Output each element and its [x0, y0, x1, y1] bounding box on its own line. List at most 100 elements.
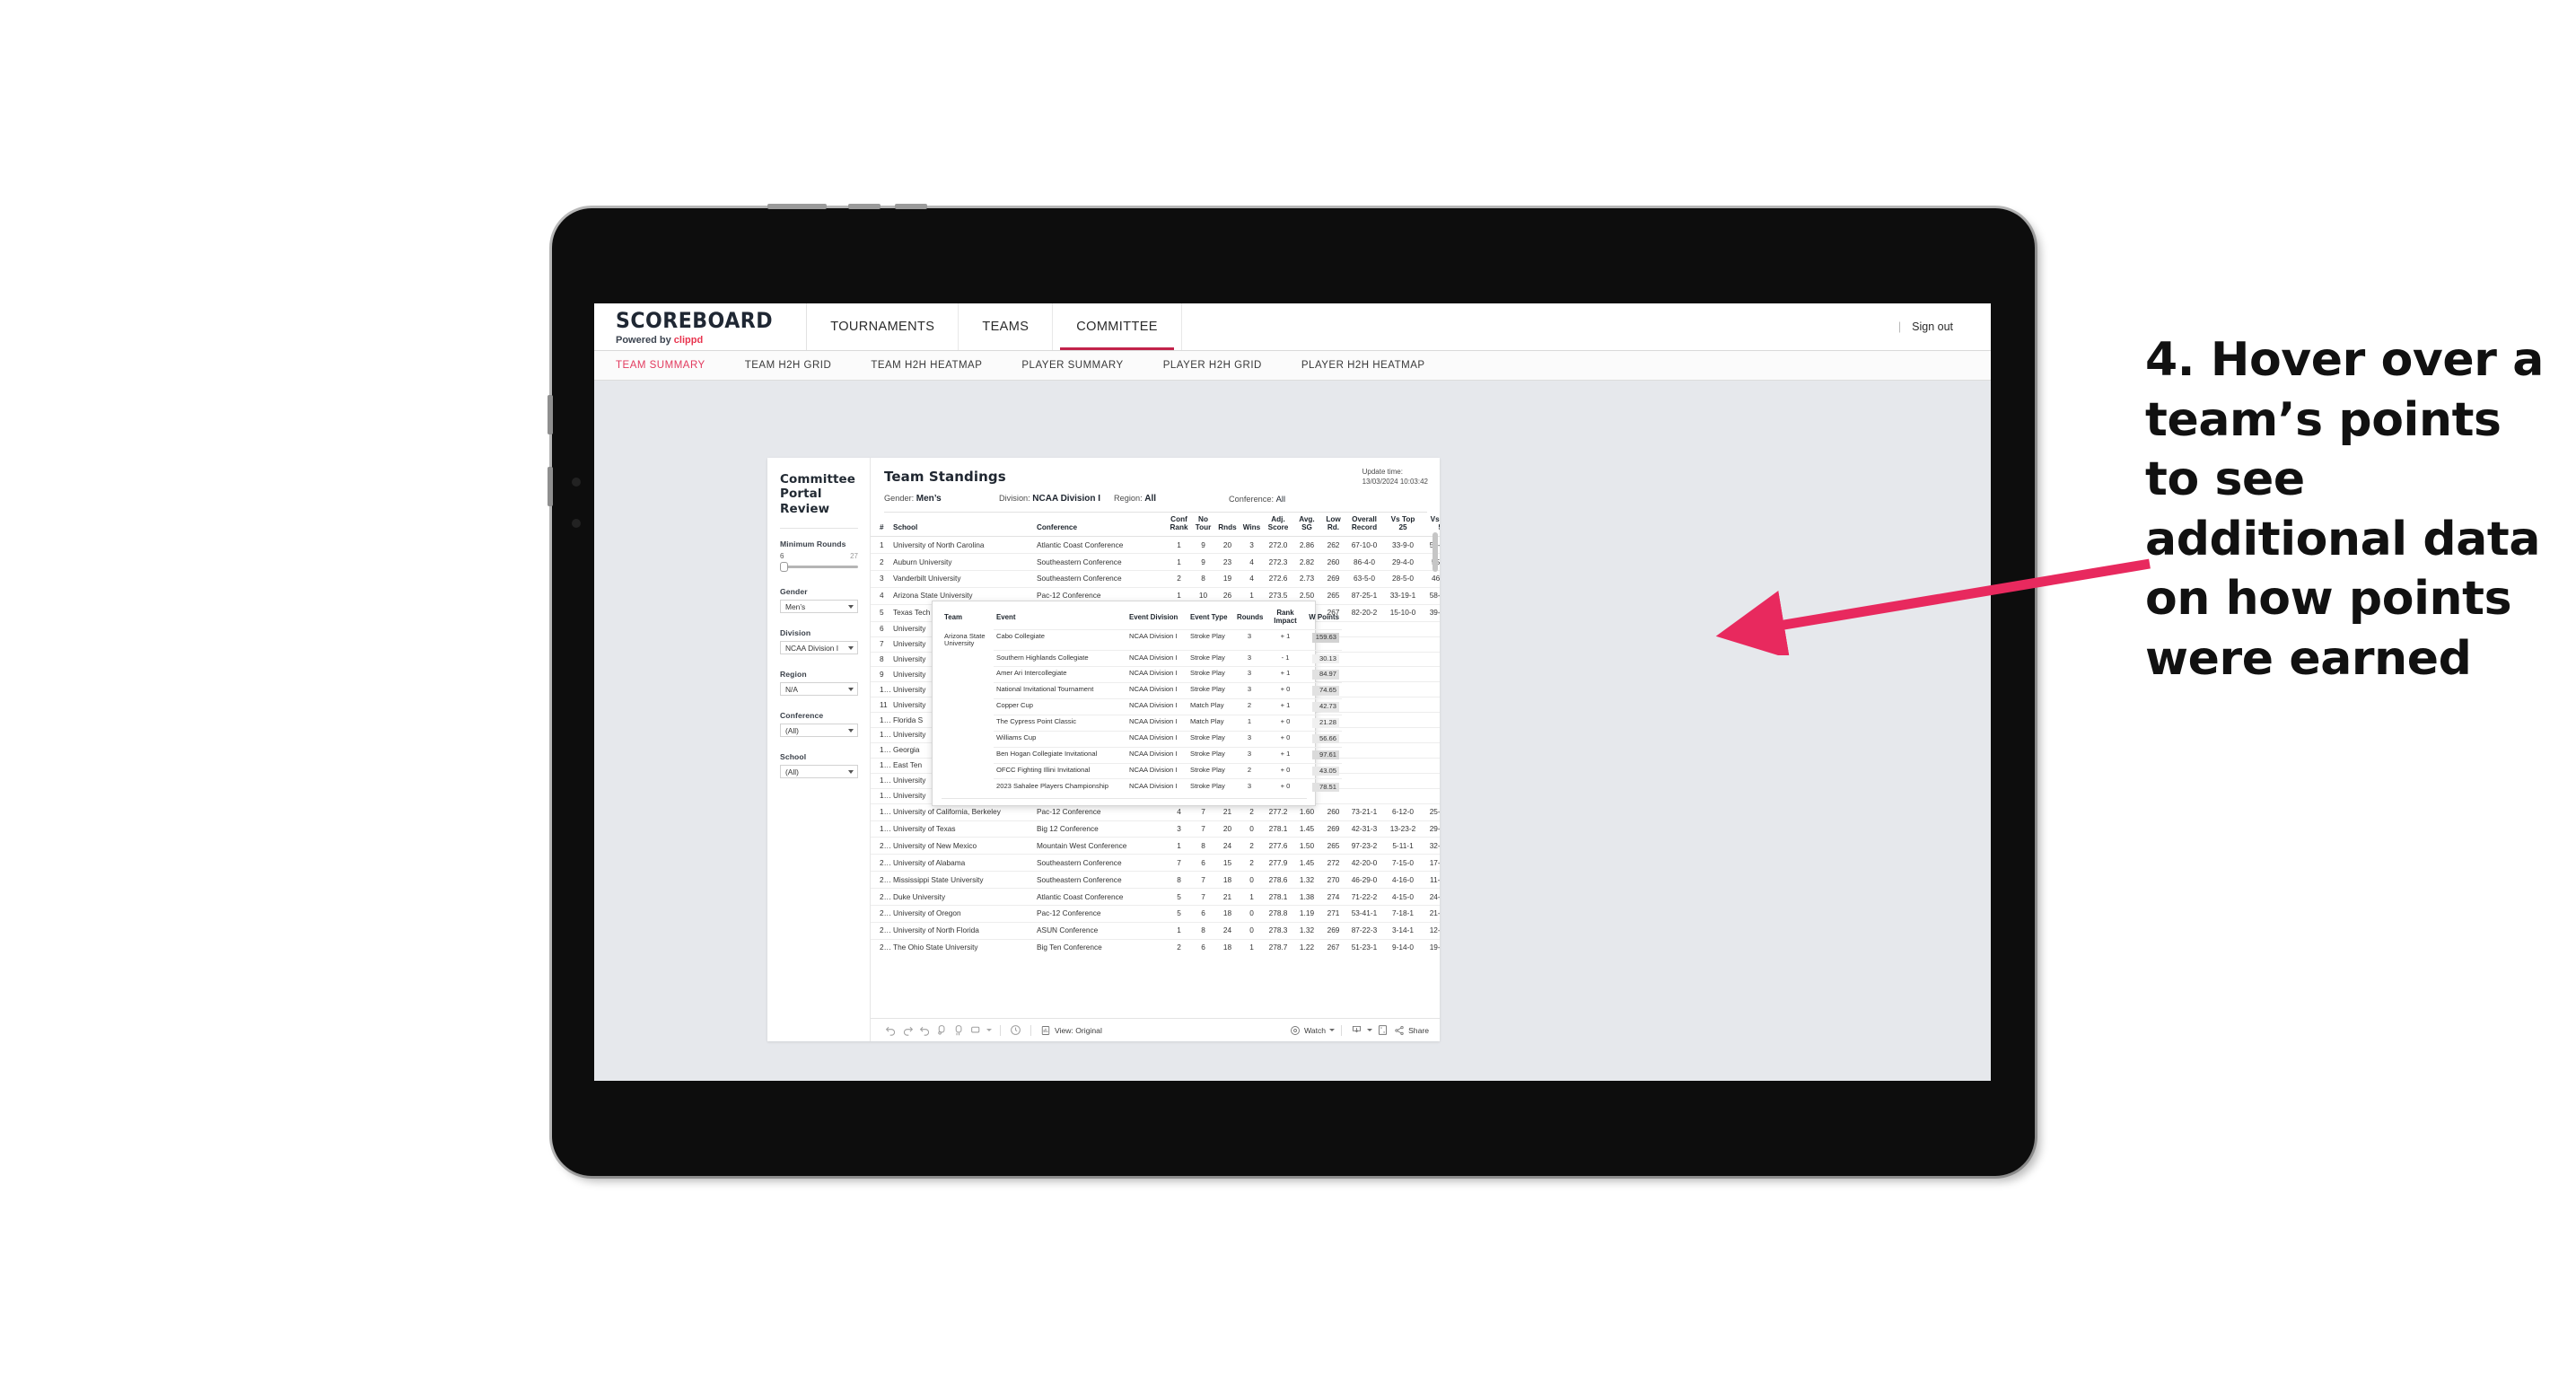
col-rank[interactable]: # — [871, 513, 890, 538]
cell-overall_record: 86-4-0 — [1345, 553, 1383, 571]
col-vs-top-25[interactable]: Vs Top 25 — [1383, 513, 1423, 538]
region-select[interactable]: N/A — [780, 682, 858, 697]
cell-overall_record — [1345, 681, 1383, 697]
table-row[interactable]: 19 University of Texas Big 12 Conference 3 7… — [871, 820, 1440, 838]
cell-vs_top_25: 28-5-0 — [1383, 570, 1423, 588]
cell-avg_sg: 1.22 — [1292, 938, 1321, 956]
cell-adj_score: 278.6 — [1264, 871, 1292, 889]
tab-player-h2h-heatmap[interactable]: PLAYER H2H HEATMAP — [1301, 360, 1445, 371]
cell-vs_top_50: 11-23-0 — [1423, 871, 1440, 889]
cell-rnds: 21 — [1215, 888, 1240, 906]
download-icon[interactable] — [1348, 1022, 1365, 1039]
table-row[interactable]: 23 Duke University Atlantic Coast Conferen… — [871, 888, 1440, 906]
sidebar-title: Committee Portal Review — [780, 472, 858, 516]
table-row[interactable]: 25 University of North Florida ASUN Confer… — [871, 921, 1440, 940]
download-caret-icon[interactable] — [1365, 1022, 1374, 1039]
share-button[interactable]: Share — [1394, 1025, 1429, 1036]
tab-player-summary[interactable]: PLAYER SUMMARY — [1021, 360, 1143, 371]
tooltip-cell-rounds: 3 — [1234, 628, 1265, 651]
cell-conference: Mountain West Conference — [1034, 837, 1167, 855]
device-preview-icon[interactable] — [968, 1022, 985, 1039]
table-row[interactable]: 21 University of Alabama Southeastern Conf… — [871, 854, 1440, 872]
cell-conference: Pac-12 Conference — [1034, 905, 1167, 923]
view-original-button[interactable]: View: Original — [1040, 1025, 1102, 1036]
tooltip-cell-event: Williams Cup — [994, 730, 1126, 748]
tooltip-row: OFCC Fighting Illini Invitational NCAA Di… — [942, 762, 1342, 779]
col-rnds[interactable]: Rnds — [1215, 513, 1240, 538]
table-row[interactable]: 2 Auburn University Southeastern Conferenc… — [871, 553, 1440, 571]
cell-overall_record: 42-31-3 — [1345, 820, 1383, 838]
device-preview-caret-icon[interactable] — [985, 1022, 994, 1039]
cell-school: Duke University — [890, 888, 1034, 906]
col-adj-score[interactable]: Adj. Score — [1264, 513, 1292, 538]
tab-team-h2h-grid[interactable]: TEAM H2H GRID — [745, 360, 852, 371]
cell-low_rd: 260 — [1321, 553, 1345, 571]
fullscreen-icon[interactable] — [1374, 1022, 1391, 1039]
tooltip-cell-event: Copper Cup — [994, 698, 1126, 715]
pause-icon[interactable] — [951, 1022, 968, 1039]
refresh-icon[interactable] — [933, 1022, 951, 1039]
nav-item-teams[interactable]: TEAMS — [959, 303, 1054, 350]
cell-vs_top_25: 3-14-1 — [1383, 921, 1423, 940]
tooltip-header-row: Team Event Event Division Event Type Rou… — [942, 608, 1342, 630]
table-row[interactable]: 3 Vanderbilt University Southeastern Confe… — [871, 570, 1440, 588]
app-logo[interactable]: SCOREBOARD Powered by clippd — [594, 303, 808, 350]
col-wins[interactable]: Wins — [1240, 513, 1264, 538]
tab-team-h2h-heatmap[interactable]: TEAM H2H HEATMAP — [871, 360, 1002, 371]
col-conference[interactable]: Conference — [1034, 513, 1167, 538]
col-low-rd[interactable]: Low Rd. — [1321, 513, 1345, 538]
w-points-value: 30.13 — [1312, 654, 1339, 664]
minimum-rounds-slider[interactable] — [780, 562, 858, 573]
col-conf-rank[interactable]: Conf Rank — [1167, 513, 1191, 538]
cell-vs_top_25 — [1383, 772, 1423, 789]
undo-icon[interactable] — [882, 1022, 899, 1039]
cell-vs_top_50: 17-19-0 — [1423, 854, 1440, 872]
tooltip-col-team: Team — [944, 612, 963, 621]
page-title: Team Standings — [884, 469, 1006, 485]
tab-player-h2h-grid[interactable]: PLAYER H2H GRID — [1163, 360, 1282, 371]
col-school[interactable]: School — [890, 513, 1034, 538]
tablet-button-side-1 — [548, 395, 553, 434]
table-row[interactable]: 1 University of North Carolina Atlantic Co… — [871, 536, 1440, 554]
conference-select[interactable]: (All) — [780, 724, 858, 738]
filter-label-conference: Conference — [780, 711, 824, 721]
table-row[interactable]: 20 University of New Mexico Mountain West … — [871, 837, 1440, 855]
col-avg-sg[interactable]: Avg. SG — [1292, 513, 1321, 538]
school-select[interactable]: (All) — [780, 765, 858, 779]
cell-adj_score: 278.7 — [1264, 938, 1292, 956]
revert-icon[interactable] — [916, 1022, 933, 1039]
dashboard-canvas: Committee Portal Review Minimum Rounds 6… — [594, 382, 1991, 1081]
nav-item-tournaments[interactable]: TOURNAMENTS — [807, 303, 959, 350]
table-row[interactable]: 24 University of Oregon Pac-12 Conference 5… — [871, 905, 1440, 923]
cell-vs_top_25 — [1383, 742, 1423, 759]
watch-button[interactable]: Watch — [1290, 1025, 1336, 1036]
cell-rnds: 18 — [1215, 938, 1240, 956]
gender-select[interactable]: Men’s — [780, 600, 858, 614]
share-label: Share — [1408, 1025, 1429, 1035]
tooltip-cell-rank_impact: + 0 — [1265, 714, 1306, 732]
sign-out-link[interactable]: Sign out — [1912, 320, 1953, 333]
col-overall-record[interactable]: Overall Record — [1345, 513, 1383, 538]
tooltip-cell-event: Cabo Collegiate — [994, 628, 1126, 651]
cell-overall_record — [1345, 772, 1383, 789]
tab-team-summary[interactable]: TEAM SUMMARY — [616, 360, 725, 371]
cell-overall_record: 63-5-0 — [1345, 570, 1383, 588]
cell-rnds: 20 — [1215, 820, 1240, 838]
cell-vs_top_25 — [1383, 787, 1423, 804]
cell-overall_record — [1345, 742, 1383, 759]
table-vertical-scrollbar[interactable] — [1433, 532, 1438, 572]
table-row[interactable]: 26 The Ohio State University Big Ten Confe… — [871, 938, 1440, 956]
cell-rank: 3 — [871, 570, 890, 588]
app-top-bar: SCOREBOARD Powered by clippd TOURNAMENTS… — [594, 303, 1991, 350]
col-no-tour[interactable]: No Tour — [1191, 513, 1215, 538]
division-select[interactable]: NCAA Division I — [780, 641, 858, 655]
update-time-value: 13/03/2024 10:03:42 — [1362, 477, 1428, 486]
slider-handle[interactable] — [780, 562, 788, 573]
history-icon[interactable] — [1007, 1022, 1024, 1039]
cell-school: University of Texas — [890, 820, 1034, 838]
table-row[interactable]: 22 Mississippi State University Southeaste… — [871, 871, 1440, 889]
redo-icon[interactable] — [899, 1022, 916, 1039]
nav-item-committee[interactable]: COMMITTEE — [1053, 303, 1182, 350]
tooltip-cell-w_points: 30.13 — [1306, 650, 1342, 667]
tooltip-cell-event_type: Stroke Play — [1187, 778, 1234, 795]
